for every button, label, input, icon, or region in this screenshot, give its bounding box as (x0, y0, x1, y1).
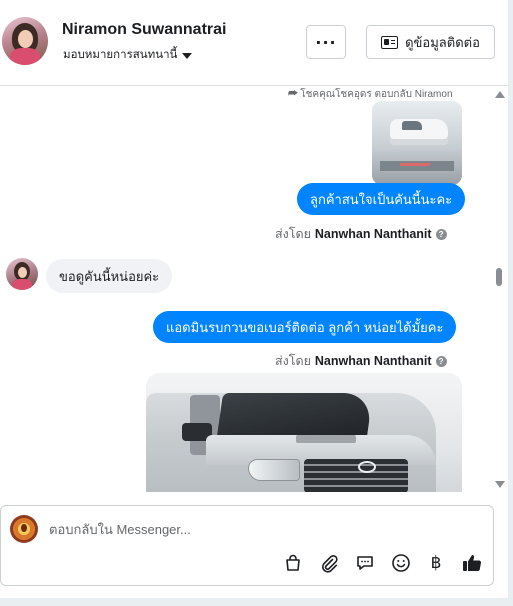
outgoing-message[interactable]: ลูกค้าสนใจเป็นคันนี้นะคะ (297, 183, 466, 215)
quoted-image-thumbnail[interactable] (372, 101, 462, 185)
reply-composer: ฿ (0, 505, 494, 586)
conversation-header: Niramon Suwannatrai มอบหมายการสนทนานี้ ·… (0, 0, 508, 86)
thumbs-up-icon[interactable] (461, 552, 483, 574)
reply-input[interactable] (49, 519, 469, 539)
contact-avatar[interactable] (2, 17, 48, 65)
sent-by-label: ส่งโดย Nanwhan Nanthanit ? (275, 224, 447, 244)
paperclip-icon[interactable] (318, 552, 340, 574)
thread-scrollbar[interactable] (491, 87, 508, 492)
id-card-icon (381, 35, 399, 49)
reply-note: ⮫ โชคคุณโชคอุดร ตอบกลับ Niramon (288, 87, 453, 102)
sent-by-prefix: ส่งโดย (275, 227, 311, 241)
shopping-bag-icon[interactable] (282, 552, 304, 574)
help-icon[interactable]: ? (435, 228, 447, 240)
sent-by-name: Nanwhan Nanthanit (314, 227, 432, 241)
contact-name[interactable]: Niramon Suwannatrai (62, 21, 226, 39)
view-contact-info-button[interactable]: ดูข้อมูลติดต่อ (366, 25, 495, 59)
reply-note-text: โชคคุณโชคอุดร ตอบกลับ Niramon (300, 89, 453, 100)
sent-by-prefix: ส่งโดย (275, 354, 311, 368)
assign-label: มอบหมายการสนทนานี้ (63, 49, 178, 61)
pickup-truck-photo[interactable] (146, 373, 462, 492)
incoming-message[interactable]: ขอดูคันนี้หน่อยค่ะ (46, 259, 173, 293)
reply-arrow-icon: ⮫ (288, 88, 299, 100)
help-icon[interactable]: ? (435, 355, 447, 367)
scroll-down-arrow-icon[interactable] (495, 481, 505, 488)
outgoing-message[interactable]: แอดมินรบกวนขอเบอร์ติดต่อ ลูกค้า หน่อยได้… (153, 311, 457, 343)
more-options-button[interactable]: ··· (306, 25, 346, 59)
page-avatar (10, 515, 38, 543)
view-contact-info-label: ดูข้อมูลติดต่อ (405, 34, 480, 50)
message-thread[interactable]: ⮫ โชคคุณโชคอุดร ตอบกลับ Niramon ลูกค้าสน… (0, 87, 508, 492)
assign-conversation-dropdown[interactable]: มอบหมายการสนทนานี้ (63, 46, 193, 64)
sent-by-label: ส่งโดย Nanwhan Nanthanit ? (275, 351, 447, 371)
baht-icon[interactable]: ฿ (425, 552, 447, 574)
scroll-up-arrow-icon[interactable] (495, 91, 505, 98)
scrollbar-thumb[interactable] (496, 268, 502, 286)
caret-down-icon (182, 52, 193, 59)
messenger-conversation-panel: Niramon Suwannatrai มอบหมายการสนทนานี้ ·… (0, 0, 508, 598)
emoji-icon[interactable] (390, 552, 412, 574)
contact-avatar-small[interactable] (6, 258, 38, 290)
chat-bubble-icon[interactable] (354, 552, 376, 574)
sent-by-name: Nanwhan Nanthanit (314, 354, 432, 368)
